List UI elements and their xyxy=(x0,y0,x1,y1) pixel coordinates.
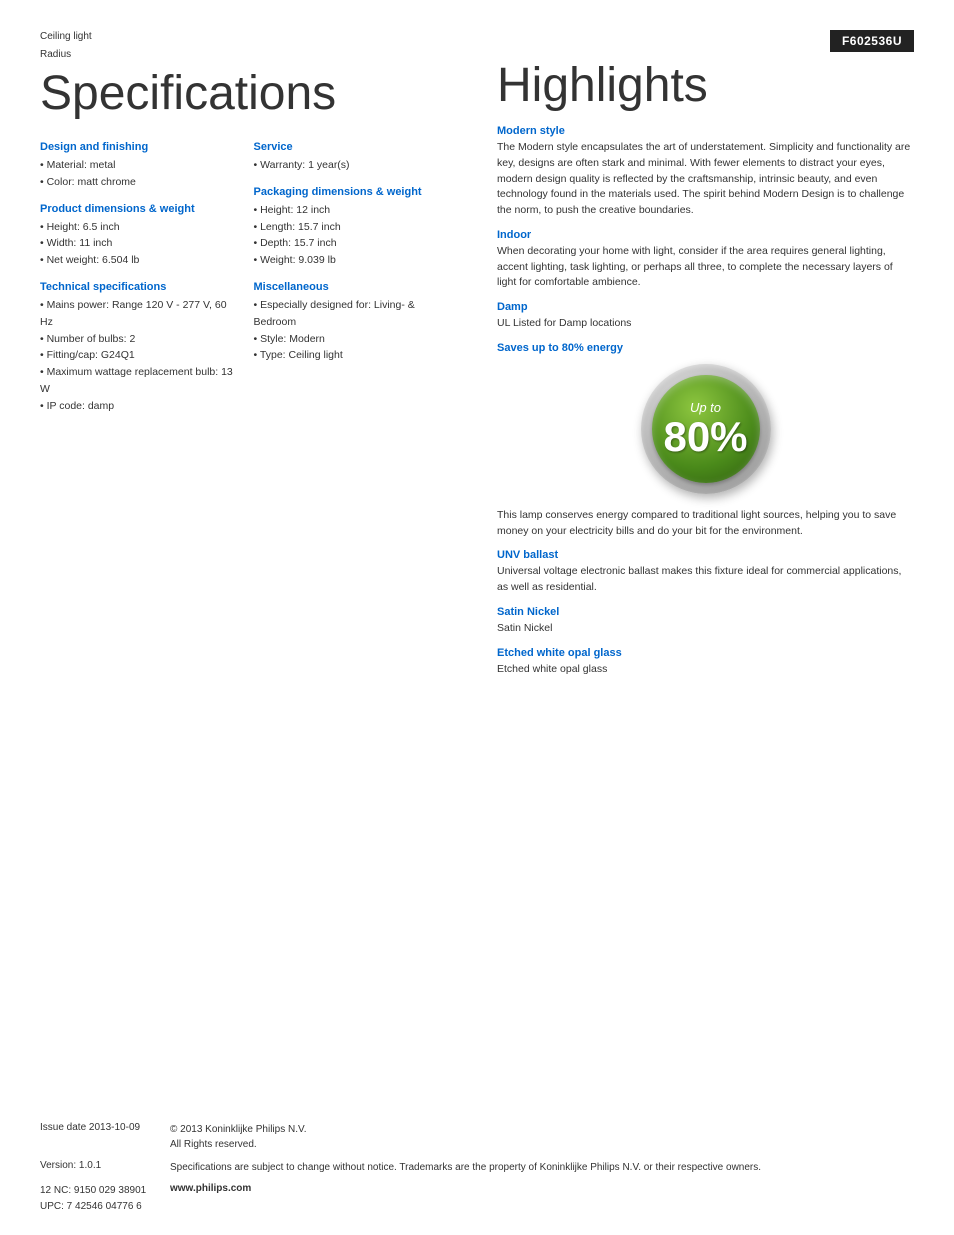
modern-style-text: The Modern style encapsulates the art of… xyxy=(497,140,914,219)
unv-ballast-text: Universal voltage electronic ballast mak… xyxy=(497,564,914,596)
dim-item-3: Net weight: 6.504 lb xyxy=(40,252,234,269)
footer-bottom-row: 12 NC: 9150 029 38901 UPC: 7 42546 04776… xyxy=(40,1183,914,1215)
satin-nickel-heading: Satin Nickel xyxy=(497,606,914,618)
technical-heading: Technical specifications xyxy=(40,281,234,293)
energy-badge: Up to 80% xyxy=(641,364,771,494)
indoor-section: Indoor When decorating your home with li… xyxy=(497,229,914,291)
modern-style-heading: Modern style xyxy=(497,125,914,137)
misc-item-3: Type: Ceiling light xyxy=(254,347,448,364)
satin-nickel-text: Satin Nickel xyxy=(497,621,914,637)
dim-item-1: Height: 6.5 inch xyxy=(40,219,234,236)
footer-nc-text: 12 NC: 9150 029 38901 xyxy=(40,1183,170,1199)
product-category: Ceiling light xyxy=(40,30,447,44)
etched-glass-heading: Etched white opal glass xyxy=(497,647,914,659)
pkg-item-1: Height: 12 inch xyxy=(254,202,448,219)
saves-energy-heading: Saves up to 80% energy xyxy=(497,342,914,354)
saves-energy-section: Saves up to 80% energy xyxy=(497,342,914,354)
indoor-heading: Indoor xyxy=(497,229,914,241)
specs-columns: Design and finishing Material: metal Col… xyxy=(40,141,447,419)
service-list: Warranty: 1 year(s) xyxy=(254,157,448,174)
pkg-item-4: Weight: 9.039 lb xyxy=(254,252,448,269)
misc-list: Especially designed for: Living- & Bedro… xyxy=(254,297,448,364)
dimensions-list: Height: 6.5 inch Width: 11 inch Net weig… xyxy=(40,219,234,269)
design-heading: Design and finishing xyxy=(40,141,234,153)
packaging-heading: Packaging dimensions & weight xyxy=(254,186,448,198)
damp-text: UL Listed for Damp locations xyxy=(497,316,914,332)
energy-text: This lamp conserves energy compared to t… xyxy=(497,508,914,540)
product-name: Radius xyxy=(40,48,447,62)
energy-percent: 80% xyxy=(663,416,747,458)
footer-disclaimer: Specifications are subject to change wit… xyxy=(170,1160,761,1175)
tech-item-5: IP code: damp xyxy=(40,398,234,415)
footer-upc-text: UPC: 7 42546 04776 6 xyxy=(40,1199,170,1215)
footer-nc: 12 NC: 9150 029 38901 UPC: 7 42546 04776… xyxy=(40,1183,170,1215)
footer-version-label: Version: 1.0.1 xyxy=(40,1160,170,1171)
service-heading: Service xyxy=(254,141,448,153)
service-item-1: Warranty: 1 year(s) xyxy=(254,157,448,174)
packaging-list: Height: 12 inch Length: 15.7 inch Depth:… xyxy=(254,202,448,269)
design-list: Material: metal Color: matt chrome xyxy=(40,157,234,191)
specs-right: Service Warranty: 1 year(s) Packaging di… xyxy=(254,141,448,419)
indoor-text: When decorating your home with light, co… xyxy=(497,244,914,291)
left-column: Ceiling light Radius Specifications Desi… xyxy=(40,30,477,1082)
footer-website: www.philips.com xyxy=(170,1183,251,1194)
etched-glass-section: Etched white opal glass Etched white opa… xyxy=(497,647,914,678)
design-item-2: Color: matt chrome xyxy=(40,174,234,191)
misc-item-2: Style: Modern xyxy=(254,331,448,348)
footer-issue-label: Issue date 2013-10-09 xyxy=(40,1122,170,1133)
pkg-item-2: Length: 15.7 inch xyxy=(254,219,448,236)
etched-glass-text: Etched white opal glass xyxy=(497,662,914,678)
main-content: Ceiling light Radius Specifications Desi… xyxy=(0,0,954,1102)
specs-left: Design and finishing Material: metal Col… xyxy=(40,141,234,419)
dimensions-heading: Product dimensions & weight xyxy=(40,203,234,215)
tech-item-3: Fitting/cap: G24Q1 xyxy=(40,347,234,364)
energy-badge-container: Up to 80% xyxy=(497,364,914,494)
footer-version-row: Version: 1.0.1 Specifications are subjec… xyxy=(40,1160,914,1175)
design-item-1: Material: metal xyxy=(40,157,234,174)
right-column: Highlights Modern style The Modern style… xyxy=(477,30,914,1082)
tech-item-1: Mains power: Range 120 V - 277 V, 60 Hz xyxy=(40,297,234,331)
technical-list: Mains power: Range 120 V - 277 V, 60 Hz … xyxy=(40,297,234,415)
energy-text-section: This lamp conserves energy compared to t… xyxy=(497,508,914,540)
specs-title: Specifications xyxy=(40,66,447,121)
damp-heading: Damp xyxy=(497,301,914,313)
unv-ballast-heading: UNV ballast xyxy=(497,549,914,561)
page: F602536U Ceiling light Radius Specificat… xyxy=(0,0,954,1235)
misc-item-1: Especially designed for: Living- & Bedro… xyxy=(254,297,448,331)
dim-item-2: Width: 11 inch xyxy=(40,235,234,252)
tech-item-4: Maximum wattage replacement bulb: 13 W xyxy=(40,364,234,398)
footer-issue-row: Issue date 2013-10-09 © 2013 Koninklijke… xyxy=(40,1122,914,1152)
footer: Issue date 2013-10-09 © 2013 Koninklijke… xyxy=(0,1102,954,1235)
tech-item-2: Number of bulbs: 2 xyxy=(40,331,234,348)
modern-style-section: Modern style The Modern style encapsulat… xyxy=(497,125,914,219)
damp-section: Damp UL Listed for Damp locations xyxy=(497,301,914,332)
energy-badge-inner: Up to 80% xyxy=(652,375,760,483)
misc-heading: Miscellaneous xyxy=(254,281,448,293)
satin-nickel-section: Satin Nickel Satin Nickel xyxy=(497,606,914,637)
highlights-title: Highlights xyxy=(497,58,914,113)
unv-ballast-section: UNV ballast Universal voltage electronic… xyxy=(497,549,914,596)
footer-copyright: © 2013 Koninklijke Philips N.V. All Righ… xyxy=(170,1122,307,1152)
pkg-item-3: Depth: 15.7 inch xyxy=(254,235,448,252)
